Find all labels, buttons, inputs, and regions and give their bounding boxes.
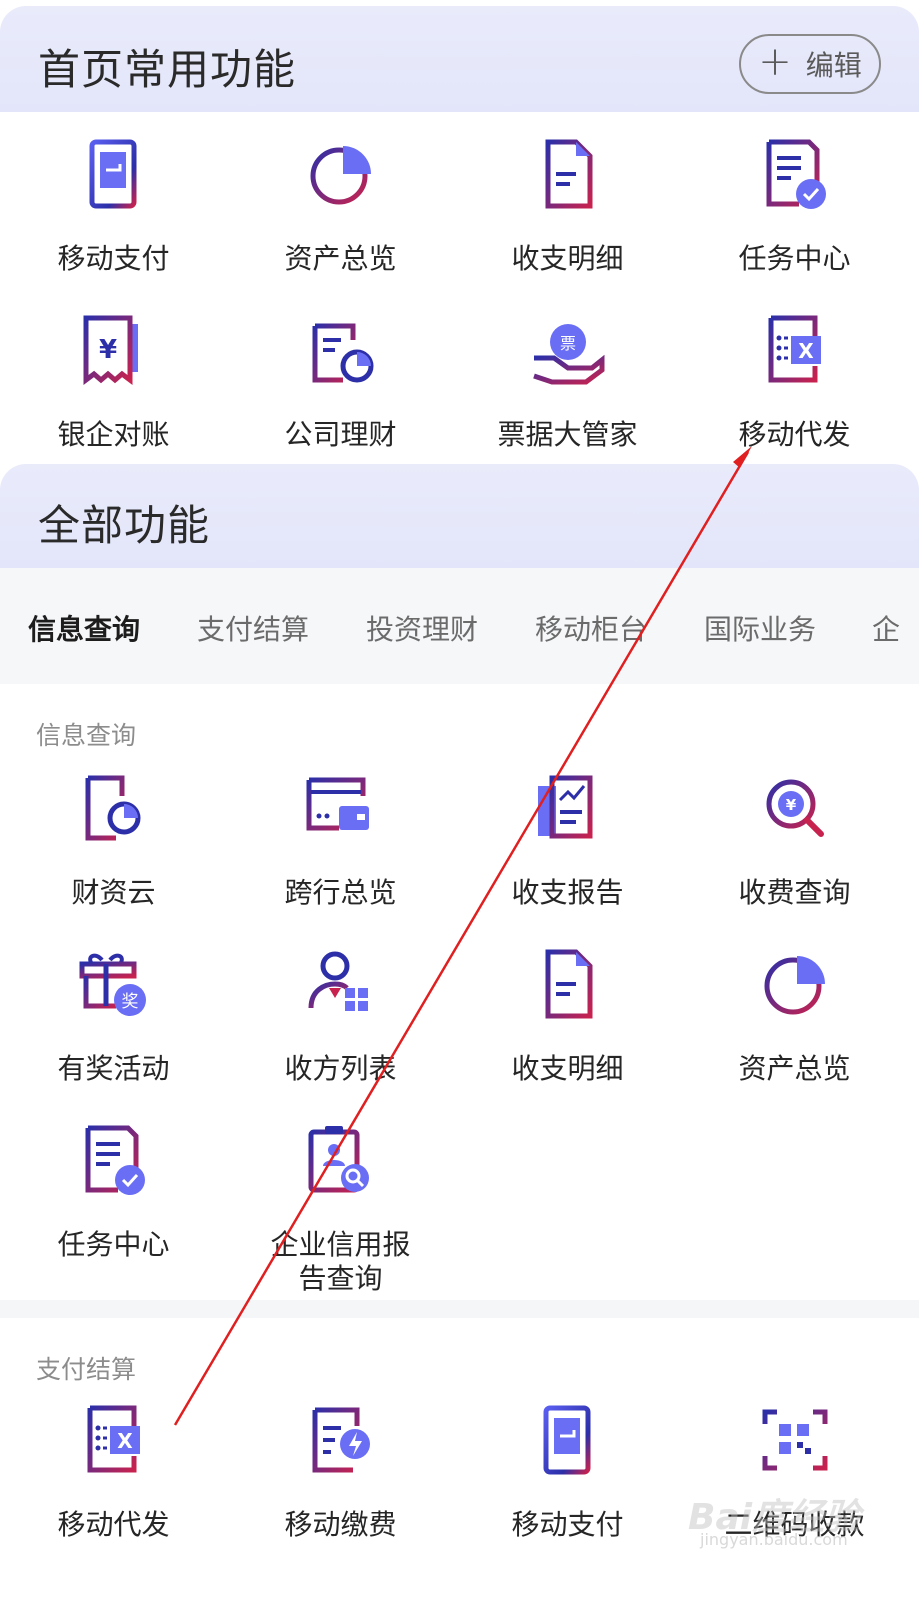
home-item-income-expense[interactable]: 收支明细 bbox=[454, 138, 681, 276]
all-item-income-expense[interactable]: 收支明细 bbox=[454, 948, 681, 1086]
user-grid-icon bbox=[308, 951, 368, 1011]
baidu-watermark-url: jingyan.baidu.com bbox=[700, 1530, 848, 1549]
all-item-reward-activity[interactable]: 奖 有奖活动 bbox=[0, 948, 227, 1086]
item-label: 跨行总览 bbox=[284, 876, 397, 909]
plus-icon: + bbox=[758, 39, 792, 85]
item-label: 移动支付 bbox=[511, 1508, 624, 1541]
receipt-yuan-icon: ¥ bbox=[83, 315, 138, 385]
group-divider bbox=[0, 1300, 919, 1318]
home-item-bank-reconciliation[interactable]: ¥ 银企对账 bbox=[0, 314, 227, 452]
wallet-screen-icon bbox=[306, 777, 369, 831]
item-label: 任务中心 bbox=[57, 1228, 170, 1261]
group-label-payment: 支付结算 bbox=[36, 1355, 137, 1384]
item-label: 移动代发 bbox=[57, 1508, 170, 1541]
credit-search-icon bbox=[308, 1126, 369, 1193]
tab-international[interactable]: 国际业务 bbox=[704, 608, 816, 648]
category-tabs: 信息查询 支付结算 投资理财 移动柜台 国际业务 企 bbox=[0, 568, 919, 684]
home-item-mobile-payroll[interactable]: X 移动代发 bbox=[681, 314, 908, 452]
svg-text:X: X bbox=[798, 339, 814, 363]
document-icon bbox=[545, 949, 592, 1019]
home-item-task-center[interactable]: 任务中心 bbox=[681, 138, 908, 276]
finance-chart-icon bbox=[312, 323, 373, 383]
group-label-info-query: 信息查询 bbox=[36, 721, 137, 750]
all-item-task-center[interactable]: 任务中心 bbox=[0, 1124, 227, 1262]
item-label: 资产总览 bbox=[284, 242, 397, 275]
payment-bolt-icon bbox=[312, 1407, 370, 1473]
home-functions-title: 首页常用功能 bbox=[38, 45, 297, 94]
cloud-chart-icon bbox=[85, 775, 140, 841]
excel-list-icon: X bbox=[87, 1405, 140, 1473]
item-label: 票据大管家 bbox=[497, 418, 638, 451]
edit-label: 编辑 bbox=[805, 49, 862, 82]
all-item-mobile-fee-payment[interactable]: 移动缴费 bbox=[227, 1404, 454, 1542]
item-label: 移动缴费 bbox=[284, 1508, 397, 1541]
mobile-payment-icon bbox=[543, 1405, 590, 1475]
item-label: 收支明细 bbox=[511, 1052, 624, 1085]
task-check-icon bbox=[85, 1125, 145, 1195]
excel-list-icon: X bbox=[768, 315, 821, 383]
report-book-icon bbox=[537, 775, 592, 839]
item-label: 任务中心 bbox=[738, 242, 851, 275]
all-item-treasury-cloud[interactable]: 财资云 bbox=[0, 772, 227, 910]
all-item-mobile-payment[interactable]: 移动支付 bbox=[454, 1404, 681, 1542]
item-label: 收支报告 bbox=[511, 876, 624, 909]
tab-mobile-counter[interactable]: 移动柜台 bbox=[535, 608, 647, 648]
pie-chart-icon bbox=[764, 956, 825, 1015]
item-label: 财资云 bbox=[71, 876, 156, 909]
all-item-cross-bank-overview[interactable]: 跨行总览 bbox=[227, 772, 454, 910]
edit-button[interactable]: + 编辑 bbox=[739, 34, 881, 94]
pie-chart-icon bbox=[310, 146, 371, 205]
all-item-payee-list[interactable]: 收方列表 bbox=[227, 948, 454, 1086]
gift-icon: 奖 bbox=[79, 953, 146, 1016]
task-check-icon bbox=[766, 139, 826, 209]
svg-text:X: X bbox=[117, 1429, 133, 1453]
svg-text:¥: ¥ bbox=[98, 335, 116, 365]
tab-investment[interactable]: 投资理财 bbox=[366, 608, 478, 648]
all-functions-title: 全部功能 bbox=[38, 501, 211, 550]
mobile-payment-icon bbox=[89, 139, 136, 209]
tab-info-query[interactable]: 信息查询 bbox=[28, 608, 140, 648]
all-functions-header: 全部功能 bbox=[0, 464, 919, 568]
tab-enterprise[interactable]: 企 bbox=[872, 608, 900, 648]
all-item-mobile-payroll[interactable]: X 移动代发 bbox=[0, 1404, 227, 1542]
home-item-bill-manager[interactable]: 票 票据大管家 bbox=[454, 314, 681, 452]
home-functions-header: 首页常用功能 + 编辑 bbox=[0, 6, 919, 112]
document-icon bbox=[545, 139, 592, 209]
svg-text:¥: ¥ bbox=[785, 796, 796, 814]
item-label: 收方列表 bbox=[284, 1052, 397, 1085]
bill-hand-icon: 票 bbox=[532, 324, 604, 385]
item-label: 收支明细 bbox=[511, 242, 624, 275]
item-label: 银企对账 bbox=[57, 418, 170, 451]
item-label: 资产总览 bbox=[738, 1052, 851, 1085]
all-item-credit-report[interactable]: 企业信用报 告查询 bbox=[227, 1124, 454, 1296]
item-label: 公司理财 bbox=[284, 418, 397, 451]
qr-code-icon bbox=[762, 1409, 827, 1471]
item-label: 移动代发 bbox=[738, 418, 851, 451]
all-item-asset-overview[interactable]: 资产总览 bbox=[681, 948, 908, 1086]
tab-payment-settlement[interactable]: 支付结算 bbox=[197, 608, 309, 648]
home-item-mobile-payment[interactable]: 移动支付 bbox=[0, 138, 227, 276]
all-item-fee-query[interactable]: ¥ 收费查询 bbox=[681, 772, 908, 910]
search-yuan-icon: ¥ bbox=[766, 779, 824, 837]
home-item-asset-overview[interactable]: 资产总览 bbox=[227, 138, 454, 276]
svg-text:奖: 奖 bbox=[121, 992, 138, 1012]
item-label: 有奖活动 bbox=[57, 1052, 170, 1085]
item-label: 收费查询 bbox=[738, 876, 851, 909]
item-label: 企业信用报 告查询 bbox=[270, 1228, 411, 1295]
all-item-income-report[interactable]: 收支报告 bbox=[454, 772, 681, 910]
home-item-company-finance[interactable]: 公司理财 bbox=[227, 314, 454, 452]
svg-text:票: 票 bbox=[559, 334, 575, 353]
item-label: 移动支付 bbox=[57, 242, 170, 275]
